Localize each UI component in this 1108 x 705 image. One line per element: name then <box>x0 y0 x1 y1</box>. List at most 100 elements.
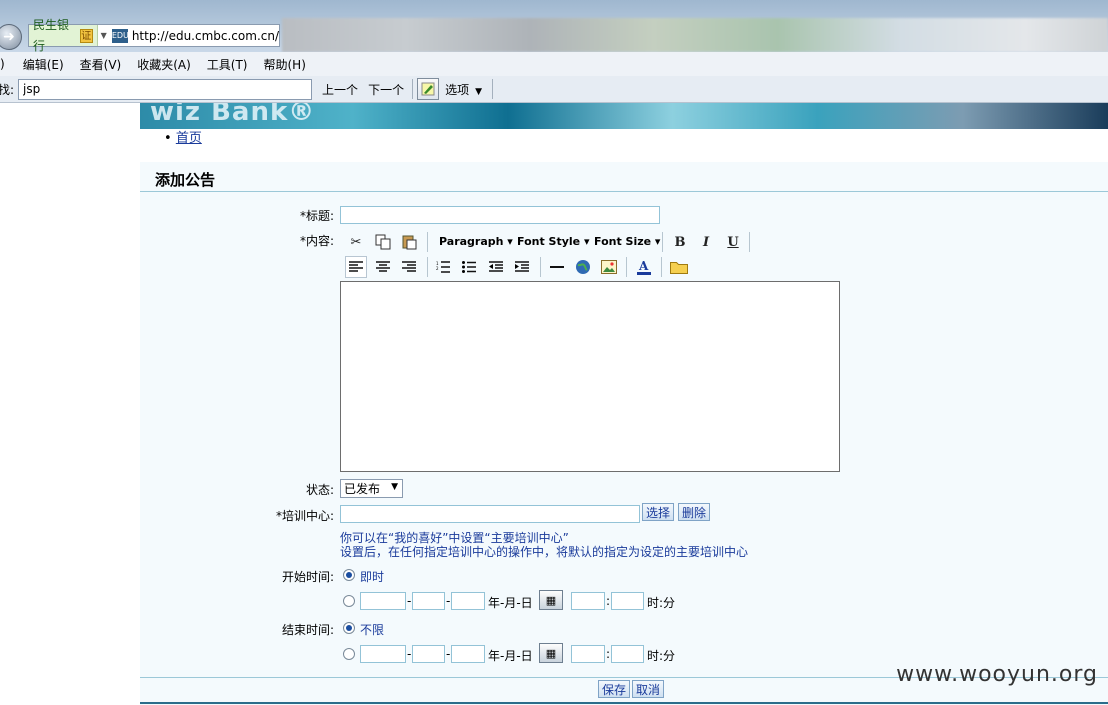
delete-button[interactable]: 删除 <box>678 503 711 521</box>
start-time-label: 开始时间: <box>281 570 334 584</box>
content-editor[interactable] <box>340 281 840 472</box>
menu-item-help[interactable]: 帮助(H) <box>256 56 314 73</box>
footer-line <box>140 702 1108 704</box>
ordered-list-icon[interactable]: 12 <box>432 256 454 278</box>
underline-button[interactable]: U <box>722 231 744 253</box>
content-label: *内容: <box>299 234 334 248</box>
training-center-label: *培训中心: <box>275 509 334 523</box>
end-day-input[interactable] <box>451 645 485 663</box>
divider <box>749 232 750 252</box>
menu-item-view[interactable]: 查看(V) <box>72 56 130 73</box>
end-unlimited-radio[interactable] <box>343 622 355 634</box>
options-menu[interactable]: 选项 ▼ <box>445 81 482 98</box>
site-banner: wiz Bank® <box>140 103 1108 129</box>
start-year-input[interactable] <box>360 592 406 610</box>
hm-label: 时:分 <box>647 649 676 663</box>
url-text[interactable]: http://edu.cmbc.com.cn/ <box>132 29 279 43</box>
paragraph-dropdown[interactable]: Paragraph ▾ <box>439 235 513 248</box>
chevron-down-icon: ▼ <box>391 482 398 492</box>
status-selected-value: 已发布 <box>344 482 381 496</box>
copy-icon[interactable] <box>372 231 394 253</box>
start-month-input[interactable] <box>412 592 445 610</box>
bold-button[interactable]: B <box>669 231 691 253</box>
watermark: www.wooyun.org <box>896 662 1098 687</box>
end-custom-radio[interactable] <box>343 648 355 660</box>
paste-icon[interactable] <box>398 231 420 253</box>
align-center-icon[interactable] <box>372 256 394 278</box>
divider <box>661 257 662 277</box>
find-previous-button[interactable]: 上一个 <box>322 81 358 98</box>
highlight-pen-icon[interactable] <box>417 78 440 100</box>
menu-item-file-partial[interactable]: ) <box>0 57 15 71</box>
find-input[interactable] <box>18 78 313 100</box>
site-name-label: 民生银行 <box>33 17 70 53</box>
start-immediate-label: 即时 <box>360 570 385 584</box>
start-immediate-radio[interactable] <box>343 569 355 581</box>
font-color-icon[interactable]: A <box>633 256 655 278</box>
divider <box>427 257 428 277</box>
outdent-icon[interactable] <box>485 256 507 278</box>
find-label: 找: <box>0 82 15 97</box>
status-label: 状态: <box>305 483 334 497</box>
align-left-icon[interactable] <box>345 256 367 278</box>
address-bar[interactable]: 民生银行 证 ▼ EDU http://edu.cmbc.com.cn/ <box>28 18 280 53</box>
time-separator: : <box>606 594 611 608</box>
italic-button[interactable]: I <box>695 231 717 253</box>
start-day-input[interactable] <box>451 592 485 610</box>
hm-label: 时:分 <box>647 596 676 610</box>
start-minute-input[interactable] <box>611 592 644 610</box>
horizontal-rule-icon[interactable] <box>546 256 568 278</box>
chevron-down-icon: ▼ <box>475 86 483 97</box>
end-hour-input[interactable] <box>571 645 605 663</box>
status-select[interactable]: 已发布 ▼ <box>340 479 403 498</box>
training-center-hint-2: 设置后，在任何指定培训中心的操作中，将默认的指定为设定的主要培训中心 <box>340 545 749 559</box>
date-separator: - <box>407 594 412 608</box>
image-icon[interactable] <box>598 256 620 278</box>
find-next-button[interactable]: 下一个 <box>368 81 404 98</box>
breadcrumb-home-link[interactable]: 首页 <box>176 131 202 146</box>
end-minute-input[interactable] <box>611 645 644 663</box>
divider <box>540 257 541 277</box>
calendar-icon[interactable]: ▦ <box>539 590 563 610</box>
title-input[interactable] <box>340 206 660 224</box>
date-separator: - <box>446 647 451 661</box>
blurred-browser-tabs <box>282 18 1108 52</box>
cut-icon[interactable]: ✂ <box>345 231 367 253</box>
time-separator: : <box>606 647 611 661</box>
date-separator: - <box>407 647 412 661</box>
start-custom-radio[interactable] <box>343 595 355 607</box>
font-style-dropdown[interactable]: Font Style ▾ <box>517 235 589 248</box>
calendar-icon[interactable]: ▦ <box>539 643 563 663</box>
end-month-input[interactable] <box>412 645 445 663</box>
cancel-button[interactable]: 取消 <box>632 680 665 698</box>
folder-icon[interactable] <box>668 256 690 278</box>
divider <box>140 191 1108 192</box>
align-right-icon[interactable] <box>398 256 420 278</box>
wizbank-logo: wiz Bank® <box>150 103 316 127</box>
indent-icon[interactable] <box>511 256 533 278</box>
divider <box>412 79 414 99</box>
menu-item-edit[interactable]: 编辑(E) <box>15 56 72 73</box>
title-label: *标题: <box>299 209 334 223</box>
options-label: 选项 <box>445 82 470 97</box>
menu-item-tools[interactable]: 工具(T) <box>199 56 256 73</box>
page-title: 添加公告 <box>155 171 216 189</box>
select-button[interactable]: 选择 <box>642 503 675 521</box>
start-hour-input[interactable] <box>571 592 605 610</box>
globe-link-icon[interactable] <box>572 256 594 278</box>
end-year-input[interactable] <box>360 645 406 663</box>
unordered-list-icon[interactable] <box>458 256 480 278</box>
certificate-icon: 证 <box>79 28 93 43</box>
chevron-down-icon[interactable]: ▼ <box>98 31 110 40</box>
font-size-dropdown[interactable]: Font Size ▾ <box>594 235 660 248</box>
menu-item-favorites[interactable]: 收藏夹(A) <box>129 56 199 73</box>
divider <box>427 232 428 252</box>
divider <box>662 232 663 252</box>
svg-text:2: 2 <box>436 266 439 271</box>
favicon-icon: EDU <box>111 28 129 43</box>
site-identity-badge[interactable]: 民生银行 证 <box>29 18 98 53</box>
training-center-input[interactable] <box>340 505 640 523</box>
svg-text:A: A <box>638 259 649 273</box>
rich-text-toolbar: ✂ Paragraph ▾ Font Style ▾ Font Size ▾ B… <box>340 230 760 282</box>
save-button[interactable]: 保存 <box>598 680 631 698</box>
